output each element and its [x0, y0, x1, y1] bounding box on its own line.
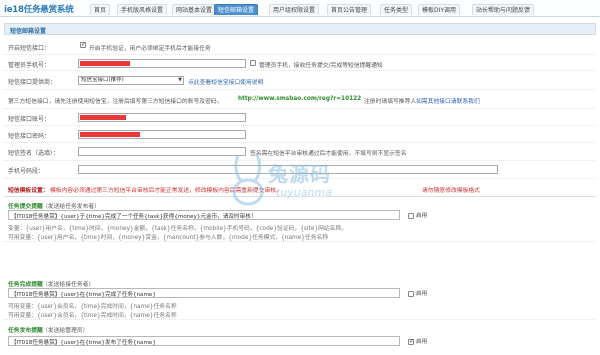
redacted-mark — [80, 132, 140, 137]
tip-label: 短信模板设置： — [8, 188, 49, 194]
template-enable-label: 启用 — [416, 213, 428, 219]
row-sms-enable: 开启短信接口： 开启手机验证，用户必须绑定手机后才能接任务 — [4, 37, 596, 55]
sms-signature-label: 短信签名（选填）： — [8, 150, 60, 157]
template-enable[interactable]: 启用 — [408, 289, 427, 297]
provider-note-contact: 如需其他接口请联系我们 — [416, 99, 480, 105]
template-vars-note-2: 可用变量：{user}用户名，{time}时间，{money}赏金，{manco… — [8, 235, 329, 241]
template-enable[interactable]: 启用 — [408, 337, 427, 345]
template-vars-note: 变量：{user}用户名，{time}时间，{money}金额，{task}任务… — [8, 226, 348, 232]
provider-select-value: 短信宝接口(推荐) — [81, 77, 124, 83]
watermark: 兔源码 tuyuanma — [228, 150, 388, 220]
provider-register-url[interactable]: http://www.smsbao.com/reg?r=10122 — [238, 96, 361, 102]
template-title: 任务完成提醒 — [8, 282, 43, 288]
row-sms-password: 短信接口密码： — [4, 126, 596, 143]
template-block: 任务发布提醒 （发送给管理员） 【IT018任务悬赏】{user}在{time}… — [4, 322, 596, 355]
provider-label: 短信接口提供商： — [8, 79, 57, 86]
template-vars-note: 可用变量：{user}会员名，{time}完成时间，{name}任务名称 — [8, 304, 177, 310]
tip-text-extra: 请勿随意修改模板格式 — [422, 188, 480, 194]
tab-sms-email[interactable]: 短信邮箱设置 — [214, 4, 259, 15]
tab-template-diy[interactable]: 模板DIY调用 — [418, 4, 461, 15]
template-enable-label: 启用 — [416, 339, 428, 345]
row-provider-note: 第三方短信接口，请先注册使用短信宝，注册后填写第三方短信接口的账号及密码， ht… — [4, 90, 596, 109]
sms-enable-option: 开启手机验证，用户必须绑定手机后才能接任务 — [89, 46, 211, 52]
sms-signature-input[interactable] — [78, 147, 246, 156]
chevron-down-icon: ▼ — [178, 77, 182, 83]
template-block: 任务完成提醒 （发送给接任务者） 【IT018任务悬赏】{user}在{time… — [4, 276, 596, 320]
tab-user-groups[interactable]: 用户组权限设置 — [269, 4, 320, 15]
mobile-pattern-label: 手机号码段： — [8, 168, 45, 175]
tab-help-feedback[interactable]: 站长帮助与问题反馈 — [472, 4, 535, 15]
sms-account-input[interactable] — [78, 113, 246, 122]
row-provider: 短信接口提供商： 短信宝接口(推荐) ▼ 点此查看短信宝接口使用说明 — [4, 71, 596, 90]
top-navigation: ie18任务悬赏系统 首页 手机版风格设置 网站基本设置 短信邮箱设置 用户组权… — [0, 0, 600, 17]
tab-site-settings[interactable]: 网站基本设置 — [172, 4, 217, 15]
template-enable-checkbox[interactable] — [408, 212, 414, 219]
tab-task-types[interactable]: 任务类型 — [380, 4, 413, 15]
template-enable-checkbox[interactable] — [408, 338, 414, 345]
section-header: 短信邮箱设置 — [4, 23, 596, 35]
template-title-note: （发送给管理员） — [42, 328, 89, 334]
watermark-text: 兔源码 — [268, 162, 331, 186]
sms-enable-checkbox[interactable] — [80, 41, 86, 48]
row-admin-phone: 管理员手机号： 管理员手机，接收任务提交/完成等短信提醒通知 — [4, 55, 596, 71]
sms-password-label: 短信接口密码： — [8, 133, 51, 140]
row-sms-account: 短信接口账号： — [4, 109, 596, 126]
provider-select[interactable]: 短信宝接口(推荐) ▼ — [78, 76, 184, 85]
admin-phone-notify-checkbox[interactable] — [250, 60, 256, 66]
provider-help-link[interactable]: 点此查看短信宝接口使用说明 — [188, 77, 263, 86]
template-enable[interactable]: 启用 — [408, 211, 427, 219]
template-content-input[interactable]: 【IT018任务悬赏】{user}在{time}发布了任务{name} — [8, 336, 400, 346]
site-logo[interactable]: ie18任务悬赏系统 — [4, 3, 74, 15]
admin-phone-label: 管理员手机号： — [8, 62, 51, 69]
rabbit-logo-icon — [232, 153, 264, 206]
template-vars-note-2: 可用变量：{user}会员名，{time}完成时间，{name}任务名称 — [8, 313, 177, 319]
provider-note-prefix: 第三方短信接口，请先注册使用短信宝，注册后填写第三方短信接口的账号及密码， — [8, 99, 223, 105]
provider-note-suffix: 注册时请填写推荐人 — [364, 99, 417, 105]
template-enable-checkbox[interactable] — [408, 290, 414, 297]
tab-home[interactable]: 首页 — [90, 4, 111, 15]
template-enable-label: 启用 — [416, 291, 428, 297]
redacted-mark — [80, 61, 130, 66]
section-title: 短信邮箱设置 — [10, 28, 47, 35]
admin-phone-hint: 管理员手机，接收任务提交/完成等短信提醒通知 — [259, 63, 383, 69]
sms-password-input[interactable] — [78, 130, 246, 139]
template-title: 任务发布提醒 — [8, 328, 43, 334]
template-title: 任务提交提醒 — [8, 204, 43, 210]
watermark-subtext: tuyuanma — [276, 186, 332, 199]
tab-announcements[interactable]: 首页公告管理 — [327, 4, 372, 15]
sms-enable-label: 开启短信接口： — [8, 45, 51, 52]
template-title-note: （发送给接任务者） — [42, 282, 95, 288]
redacted-mark — [80, 115, 126, 120]
template-content-input[interactable]: 【IT018任务悬赏】{user}在{time}完成了任务{name} — [8, 288, 400, 298]
admin-phone-input[interactable] — [78, 59, 246, 68]
sms-account-label: 短信接口账号： — [8, 116, 51, 123]
tab-mobile-style[interactable]: 手机版风格设置 — [117, 4, 168, 15]
template-title-note: （发送给任务发布者） — [42, 204, 100, 210]
